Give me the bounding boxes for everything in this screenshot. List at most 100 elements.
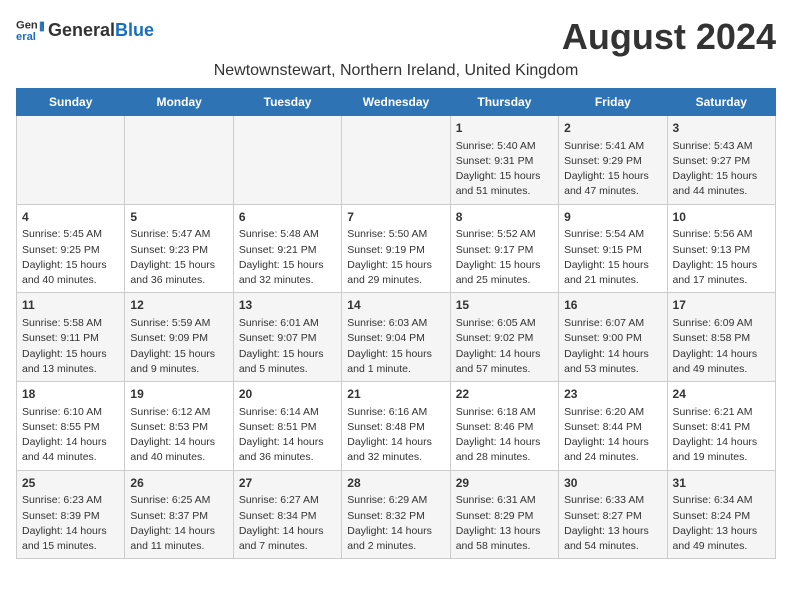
title-area: August 2024 — [562, 16, 776, 58]
calendar-cell: 23 Sunrise: 6:20 AM Sunset: 8:44 PM Dayli… — [559, 382, 667, 471]
header-day-sunday: Sunday — [17, 89, 125, 116]
calendar-week-1: 1 Sunrise: 5:40 AM Sunset: 9:31 PM Daylig… — [17, 116, 776, 205]
cell-content: Sunrise: 6:03 AM Sunset: 9:04 PM Dayligh… — [347, 316, 444, 377]
day-number: 2 — [564, 120, 661, 137]
main-title: August 2024 — [562, 16, 776, 58]
cell-content: Sunrise: 6:23 AM Sunset: 8:39 PM Dayligh… — [22, 493, 119, 554]
calendar-cell: 9Sunrise: 5:54 AM Sunset: 9:15 PM Daylig… — [559, 204, 667, 293]
day-number: 8 — [456, 209, 553, 226]
calendar-cell: 5Sunrise: 5:47 AM Sunset: 9:23 PM Daylig… — [125, 204, 233, 293]
calendar-cell: 26Sunrise: 6:25 AM Sunset: 8:37 PM Dayli… — [125, 470, 233, 559]
cell-content: Sunrise: 6:20 AM Sunset: 8:44 PM Dayligh… — [564, 405, 661, 466]
calendar-cell: 27Sunrise: 6:27 AM Sunset: 8:34 PM Dayli… — [233, 470, 341, 559]
calendar-cell — [17, 116, 125, 205]
cell-content: Sunrise: 6:01 AM Sunset: 9:07 PM Dayligh… — [239, 316, 336, 377]
day-number: 6 — [239, 209, 336, 226]
cell-content: Sunrise: 6:18 AM Sunset: 8:46 PM Dayligh… — [456, 405, 553, 466]
cell-content: Sunrise: 5:54 AM Sunset: 9:15 PM Dayligh… — [564, 227, 661, 288]
cell-content: Sunrise: 5:50 AM Sunset: 9:19 PM Dayligh… — [347, 227, 444, 288]
svg-text:eral: eral — [16, 31, 36, 43]
header-day-monday: Monday — [125, 89, 233, 116]
cell-content: Sunrise: 6:31 AM Sunset: 8:29 PM Dayligh… — [456, 493, 553, 554]
cell-content: Sunrise: 6:10 AM Sunset: 8:55 PM Dayligh… — [22, 405, 119, 466]
calendar-header: SundayMondayTuesdayWednesdayThursdayFrid… — [17, 89, 776, 116]
header-day-saturday: Saturday — [667, 89, 775, 116]
cell-content: Sunrise: 6:25 AM Sunset: 8:37 PM Dayligh… — [130, 493, 227, 554]
calendar-cell: 30Sunrise: 6:33 AM Sunset: 8:27 PM Dayli… — [559, 470, 667, 559]
calendar-cell: 1 Sunrise: 5:40 AM Sunset: 9:31 PM Daylig… — [450, 116, 558, 205]
cell-content: Sunrise: 6:07 AM Sunset: 9:00 PM Dayligh… — [564, 316, 661, 377]
calendar-cell: 25Sunrise: 6:23 AM Sunset: 8:39 PM Dayli… — [17, 470, 125, 559]
day-number: 11 — [22, 297, 119, 314]
cell-content: Sunrise: 5:48 AM Sunset: 9:21 PM Dayligh… — [239, 227, 336, 288]
calendar-cell: 18Sunrise: 6:10 AM Sunset: 8:55 PM Dayli… — [17, 382, 125, 471]
calendar-cell: 13 Sunrise: 6:01 AM Sunset: 9:07 PM Dayli… — [233, 293, 341, 382]
day-number: 30 — [564, 475, 661, 492]
calendar-cell: 16Sunrise: 6:07 AM Sunset: 9:00 PM Dayli… — [559, 293, 667, 382]
page-header: Gen eral GeneralBlue August 2024 — [16, 16, 776, 58]
calendar-week-2: 4Sunrise: 5:45 AM Sunset: 9:25 PM Daylig… — [17, 204, 776, 293]
day-number: 17 — [673, 297, 770, 314]
calendar-table: SundayMondayTuesdayWednesdayThursdayFrid… — [16, 88, 776, 559]
calendar-cell — [125, 116, 233, 205]
calendar-cell: 11Sunrise: 5:58 AM Sunset: 9:11 PM Dayli… — [17, 293, 125, 382]
cell-content: Sunrise: 5:40 AM Sunset: 9:31 PM Dayligh… — [456, 139, 553, 200]
cell-content: Sunrise: 5:56 AM Sunset: 9:13 PM Dayligh… — [673, 227, 770, 288]
day-number: 14 — [347, 297, 444, 314]
calendar-week-5: 25Sunrise: 6:23 AM Sunset: 8:39 PM Dayli… — [17, 470, 776, 559]
day-number: 27 — [239, 475, 336, 492]
calendar-cell: 17 Sunrise: 6:09 AM Sunset: 8:58 PM Dayli… — [667, 293, 775, 382]
calendar-cell: 19Sunrise: 6:12 AM Sunset: 8:53 PM Dayli… — [125, 382, 233, 471]
subtitle: Newtownstewart, Northern Ireland, United… — [16, 62, 776, 80]
day-number: 5 — [130, 209, 227, 226]
header-row: SundayMondayTuesdayWednesdayThursdayFrid… — [17, 89, 776, 116]
header-day-thursday: Thursday — [450, 89, 558, 116]
cell-content: Sunrise: 6:16 AM Sunset: 8:48 PM Dayligh… — [347, 405, 444, 466]
day-number: 10 — [673, 209, 770, 226]
cell-content: Sunrise: 5:45 AM Sunset: 9:25 PM Dayligh… — [22, 227, 119, 288]
day-number: 4 — [22, 209, 119, 226]
calendar-cell — [233, 116, 341, 205]
cell-content: Sunrise: 6:29 AM Sunset: 8:32 PM Dayligh… — [347, 493, 444, 554]
header-day-wednesday: Wednesday — [342, 89, 450, 116]
cell-content: Sunrise: 6:33 AM Sunset: 8:27 PM Dayligh… — [564, 493, 661, 554]
calendar-cell: 10Sunrise: 5:56 AM Sunset: 9:13 PM Dayli… — [667, 204, 775, 293]
calendar-cell: 22 Sunrise: 6:18 AM Sunset: 8:46 PM Dayli… — [450, 382, 558, 471]
svg-text:Gen: Gen — [16, 20, 38, 32]
day-number: 24 — [673, 386, 770, 403]
cell-content: Sunrise: 6:09 AM Sunset: 8:58 PM Dayligh… — [673, 316, 770, 377]
cell-content: Sunrise: 5:41 AM Sunset: 9:29 PM Dayligh… — [564, 139, 661, 200]
cell-content: Sunrise: 6:34 AM Sunset: 8:24 PM Dayligh… — [673, 493, 770, 554]
day-number: 13 — [239, 297, 336, 314]
day-number: 22 — [456, 386, 553, 403]
calendar-week-4: 18Sunrise: 6:10 AM Sunset: 8:55 PM Dayli… — [17, 382, 776, 471]
day-number: 1 — [456, 120, 553, 137]
calendar-cell — [342, 116, 450, 205]
calendar-cell: 24Sunrise: 6:21 AM Sunset: 8:41 PM Dayli… — [667, 382, 775, 471]
day-number: 3 — [673, 120, 770, 137]
calendar-cell: 6Sunrise: 5:48 AM Sunset: 9:21 PM Daylig… — [233, 204, 341, 293]
calendar-week-3: 11Sunrise: 5:58 AM Sunset: 9:11 PM Dayli… — [17, 293, 776, 382]
day-number: 23 — [564, 386, 661, 403]
calendar-body: 1 Sunrise: 5:40 AM Sunset: 9:31 PM Daylig… — [17, 116, 776, 559]
day-number: 31 — [673, 475, 770, 492]
day-number: 15 — [456, 297, 553, 314]
calendar-cell: 29Sunrise: 6:31 AM Sunset: 8:29 PM Dayli… — [450, 470, 558, 559]
calendar-cell: 31Sunrise: 6:34 AM Sunset: 8:24 PM Dayli… — [667, 470, 775, 559]
cell-content: Sunrise: 5:52 AM Sunset: 9:17 PM Dayligh… — [456, 227, 553, 288]
day-number: 21 — [347, 386, 444, 403]
day-number: 7 — [347, 209, 444, 226]
day-number: 12 — [130, 297, 227, 314]
day-number: 20 — [239, 386, 336, 403]
cell-content: Sunrise: 5:43 AM Sunset: 9:27 PM Dayligh… — [673, 139, 770, 200]
calendar-cell: 28Sunrise: 6:29 AM Sunset: 8:32 PM Dayli… — [342, 470, 450, 559]
calendar-cell: 21 Sunrise: 6:16 AM Sunset: 8:48 PM Dayli… — [342, 382, 450, 471]
cell-content: Sunrise: 6:12 AM Sunset: 8:53 PM Dayligh… — [130, 405, 227, 466]
day-number: 9 — [564, 209, 661, 226]
calendar-cell: 8Sunrise: 5:52 AM Sunset: 9:17 PM Daylig… — [450, 204, 558, 293]
day-number: 29 — [456, 475, 553, 492]
calendar-cell: 3 Sunrise: 5:43 AM Sunset: 9:27 PM Daylig… — [667, 116, 775, 205]
header-day-tuesday: Tuesday — [233, 89, 341, 116]
day-number: 28 — [347, 475, 444, 492]
cell-content: Sunrise: 5:47 AM Sunset: 9:23 PM Dayligh… — [130, 227, 227, 288]
